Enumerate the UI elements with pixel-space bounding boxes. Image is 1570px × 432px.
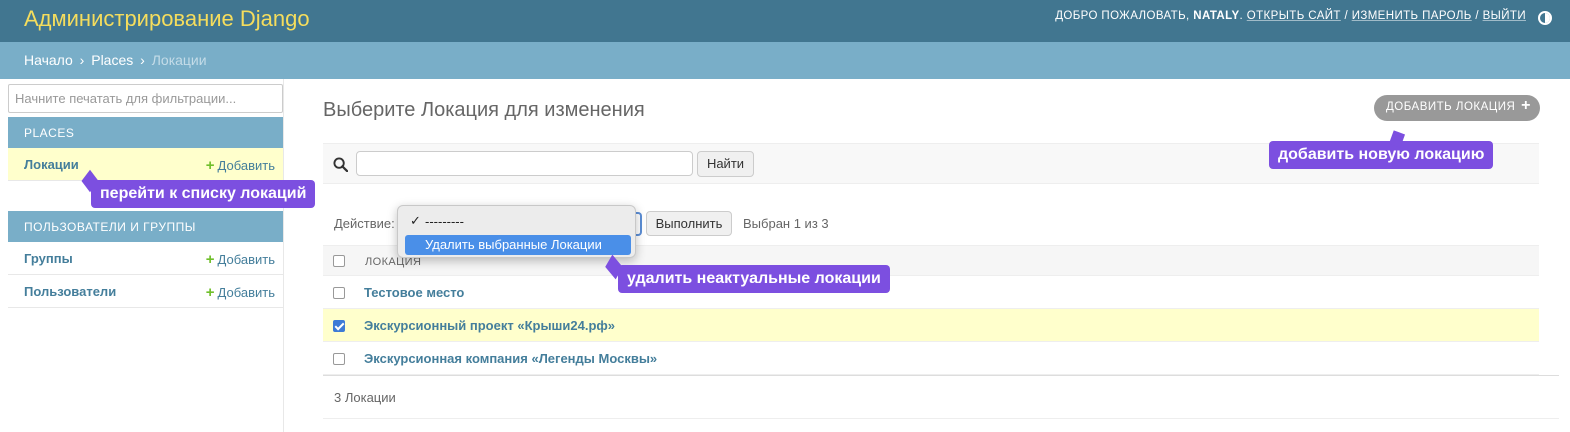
plus-icon: + [1521,97,1531,114]
separator: / [1344,10,1349,22]
sidebar-item-label[interactable]: Локации [24,157,79,172]
module-caption-auth[interactable]: Пользователи и группы [8,211,283,242]
row-checkbox[interactable] [333,320,345,332]
sidebar-item-label[interactable]: Пользователи [24,284,116,299]
add-user-link[interactable]: + Добавить [206,284,275,301]
plus-icon: + [205,284,215,301]
breadcrumb-home[interactable]: Начало [24,52,73,68]
table-row: Экскурсионная компания «Легенды Москвы» [323,342,1539,375]
search-input[interactable] [356,151,693,176]
add-link-label: Добавить [217,285,275,300]
checkmark-icon: ✓ [410,213,421,228]
breadcrumb-current: Локации [151,52,207,68]
user-tools: Добро пожаловать, NATALY. Открыть сайт /… [1055,10,1526,22]
search-button[interactable]: Найти [697,151,754,177]
annotation-delete-locations: удалить неактуальные локации [618,265,890,293]
sidebar-item-users[interactable]: Пользователи + Добавить [8,275,283,308]
add-location-button[interactable]: Добавить Локация + [1374,95,1540,121]
annotation-add-location: добавить новую локацию [1269,141,1494,169]
add-button-label: Добавить Локация [1386,101,1516,113]
nav-sidebar: Places Локации +Добавить Пользователи и … [7,79,284,432]
sidebar-item-locations[interactable]: Локации + Добавить [8,148,283,181]
add-link-label: Добавить [217,158,275,173]
theme-toggle-icon[interactable] [1538,11,1552,25]
row-checkbox[interactable] [333,353,345,365]
breadcrumb-separator: › [79,52,85,68]
breadcrumb: Начало › Places › Локации [0,42,1570,79]
welcome-text: Добро пожаловать, [1055,10,1190,22]
logout-link[interactable]: Выйти [1483,10,1526,22]
breadcrumb-app[interactable]: Places [91,52,133,68]
selection-counter: Выбран 1 из 3 [743,216,829,231]
plus-icon: + [205,251,215,268]
change-password-link[interactable]: Изменить пароль [1352,10,1472,22]
search-icon [333,157,348,172]
sidebar-item-groups[interactable]: Группы + Добавить [8,242,283,275]
username: NATALY [1193,10,1240,22]
option-label: --------- [425,214,464,229]
paginator-divider [323,418,1559,419]
paginator: 3 Локации [334,390,396,405]
add-link-label: Добавить [217,252,275,267]
table-row: Экскурсионный проект «Крыши24.рф» [323,309,1539,342]
row-checkbox[interactable] [333,287,345,299]
add-group-link[interactable]: + Добавить [206,251,275,268]
breadcrumb-separator: › [140,52,145,68]
view-site-link[interactable]: Открыть сайт [1247,10,1341,22]
site-brand[interactable]: Администрирование Django [24,6,310,32]
separator: / [1475,10,1479,22]
option-label: Удалить выбранные Локации [425,237,602,252]
run-action-button[interactable]: Выполнить [646,211,732,236]
row-link[interactable]: Экскурсионный проект «Крыши24.рф» [364,318,615,333]
sidebar-item-label[interactable]: Группы [24,251,73,266]
add-location-link[interactable]: + Добавить [206,157,275,174]
action-option-empty[interactable]: ✓ --------- [405,212,631,232]
module-caption-places[interactable]: Places [8,117,283,148]
plus-icon: + [205,157,215,174]
actions-label: Действие: [334,216,395,231]
annotation-go-to-list: перейти к списку локаций [91,180,316,208]
sidebar-filter-input[interactable] [8,84,283,113]
action-option-delete[interactable]: Удалить выбранные Локации [405,235,631,255]
action-dropdown-menu: ✓ --------- Удалить выбранные Локации [397,205,636,258]
table-divider [323,375,1559,376]
row-link[interactable]: Тестовое место [364,285,464,300]
table-row: Тестовое место [323,276,1539,309]
page-title: Выберите Локация для изменения [323,99,645,121]
select-all-checkbox[interactable] [333,255,345,267]
site-header: Администрирование Django Добро пожаловат… [0,0,1570,42]
row-link[interactable]: Экскурсионная компания «Легенды Москвы» [364,351,657,366]
